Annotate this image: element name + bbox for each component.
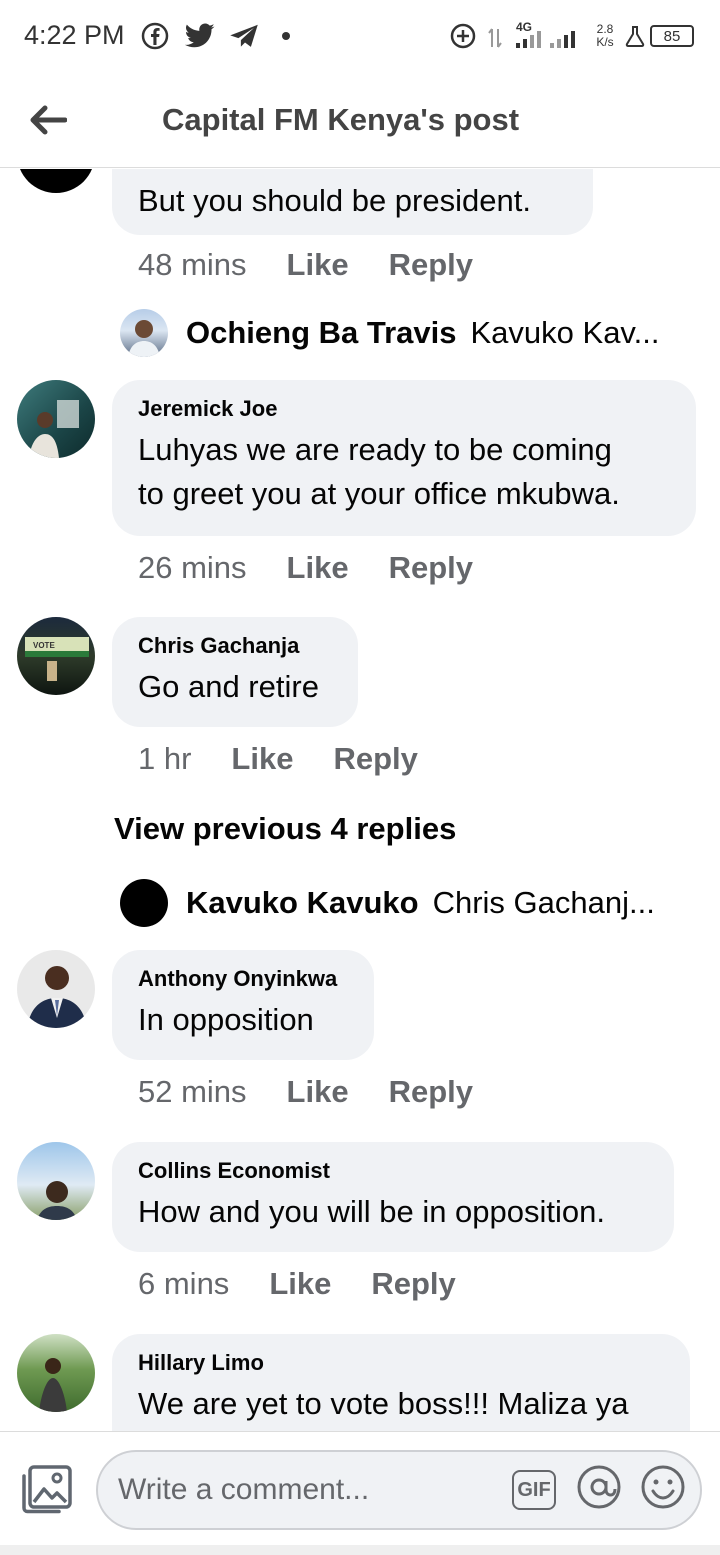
notification-dot-icon	[280, 20, 292, 52]
add-photo-button[interactable]	[20, 1462, 74, 1516]
comment-text-line: Luhyas we are ready to be coming	[138, 432, 612, 467]
comment-actions: 48 mins Like Reply	[138, 247, 513, 283]
signal-icon: 4G	[486, 20, 586, 52]
gif-icon: GIF	[517, 1478, 551, 1501]
avatar	[120, 309, 168, 357]
like-button[interactable]: Like	[231, 741, 293, 777]
reply-preview[interactable]: Kavuko Kavuko Chris Gachanj...	[120, 879, 655, 927]
avatar[interactable]	[17, 950, 95, 1028]
post-header: Capital FM Kenya's post	[0, 72, 720, 168]
facebook-icon	[140, 20, 170, 52]
comment-input[interactable]	[118, 1452, 498, 1528]
telegram-icon	[228, 20, 260, 52]
navigation-bar-strip	[0, 1545, 720, 1555]
comment-bubble[interactable]: But you should be president.	[112, 169, 593, 235]
mention-button[interactable]	[576, 1464, 622, 1510]
comment-bubble[interactable]: Hillary Limo We are yet to vote boss!!! …	[112, 1334, 690, 1431]
gif-button[interactable]: GIF	[512, 1470, 556, 1510]
comment-text: We are yet to vote boss!!! Maliza ya	[138, 1386, 629, 1421]
comments-feed[interactable]: But you should be president. 48 mins Lik…	[0, 169, 720, 1431]
reply-button[interactable]: Reply	[389, 1074, 473, 1110]
comment-bubble[interactable]: Chris Gachanja Go and retire	[112, 617, 358, 727]
avatar[interactable]: VOTE	[17, 617, 95, 695]
lab-icon	[624, 20, 646, 52]
comment-author[interactable]: Chris Gachanja	[138, 633, 332, 659]
avatar[interactable]	[17, 1334, 95, 1412]
twitter-icon	[184, 20, 216, 52]
comment-author[interactable]: Hillary Limo	[138, 1350, 664, 1376]
status-bar: 4:22 PM 4G 2.8 K/s 85	[0, 0, 720, 72]
like-button[interactable]: Like	[287, 247, 349, 283]
like-button[interactable]: Like	[287, 1074, 349, 1110]
comment-text: In opposition	[138, 1002, 314, 1037]
comment-composer: GIF	[0, 1431, 720, 1555]
comment-input-box[interactable]: GIF	[96, 1450, 702, 1530]
svg-text:VOTE: VOTE	[33, 641, 55, 650]
comment-text: Go and retire	[138, 669, 319, 704]
avatar	[120, 879, 168, 927]
reply-button[interactable]: Reply	[389, 550, 473, 586]
data-saver-icon	[448, 20, 478, 52]
reply-button[interactable]: Reply	[371, 1266, 455, 1302]
comment-bubble[interactable]: Collins Economist How and you will be in…	[112, 1142, 674, 1252]
reply-text: Kavuko Kav...	[470, 315, 660, 350]
comment-time[interactable]: 6 mins	[138, 1266, 229, 1302]
comment-time[interactable]: 48 mins	[138, 247, 247, 283]
mention-icon	[577, 1465, 621, 1509]
view-previous-replies-link[interactable]: View previous 4 replies	[114, 811, 456, 847]
comment-time[interactable]: 52 mins	[138, 1074, 247, 1110]
reply-author: Kavuko Kavuko	[186, 885, 419, 920]
comment-actions: 52 mins Like Reply	[138, 1074, 513, 1110]
battery-icon: 85	[648, 20, 696, 52]
comment-actions: 6 mins Like Reply	[138, 1266, 496, 1302]
comment-text: How and you will be in opposition.	[138, 1194, 605, 1229]
back-button[interactable]	[24, 98, 72, 142]
avatar[interactable]	[17, 380, 95, 458]
svg-text:4G: 4G	[516, 21, 532, 34]
status-time: 4:22 PM	[24, 20, 125, 50]
reply-text: Chris Gachanj...	[432, 885, 655, 920]
reply-author: Ochieng Ba Travis	[186, 315, 457, 350]
battery-level: 85	[650, 25, 694, 47]
comment-time[interactable]: 1 hr	[138, 741, 191, 777]
arrow-left-icon	[30, 105, 67, 135]
comment-bubble[interactable]: Jeremick Joe Luhyas we are ready to be c…	[112, 380, 696, 536]
network-speed: 2.8 K/s	[590, 20, 620, 52]
speed-unit: K/s	[596, 35, 614, 49]
comment-actions: 1 hr Like Reply	[138, 741, 458, 777]
comment-text-line: to greet you at your office mkubwa.	[138, 476, 620, 511]
comment-author[interactable]: Anthony Onyinkwa	[138, 966, 348, 992]
like-button[interactable]: Like	[269, 1266, 331, 1302]
page-title: Capital FM Kenya's post	[162, 102, 520, 137]
photo-icon	[22, 1465, 72, 1514]
emoji-button[interactable]	[640, 1464, 686, 1510]
avatar[interactable]	[17, 1142, 95, 1220]
like-button[interactable]: Like	[287, 550, 349, 586]
comment-author[interactable]: Collins Economist	[138, 1158, 648, 1184]
comment-actions: 26 mins Like Reply	[138, 550, 513, 586]
emoji-icon	[641, 1465, 685, 1509]
reply-preview[interactable]: Ochieng Ba Travis Kavuko Kav...	[120, 309, 659, 357]
reply-button[interactable]: Reply	[389, 247, 473, 283]
comment-time[interactable]: 26 mins	[138, 550, 247, 586]
reply-button[interactable]: Reply	[333, 741, 417, 777]
comment-author[interactable]: Jeremick Joe	[138, 396, 670, 422]
comment-text: But you should be president.	[138, 183, 531, 218]
avatar[interactable]	[17, 169, 95, 193]
comment-bubble[interactable]: Anthony Onyinkwa In opposition	[112, 950, 374, 1060]
